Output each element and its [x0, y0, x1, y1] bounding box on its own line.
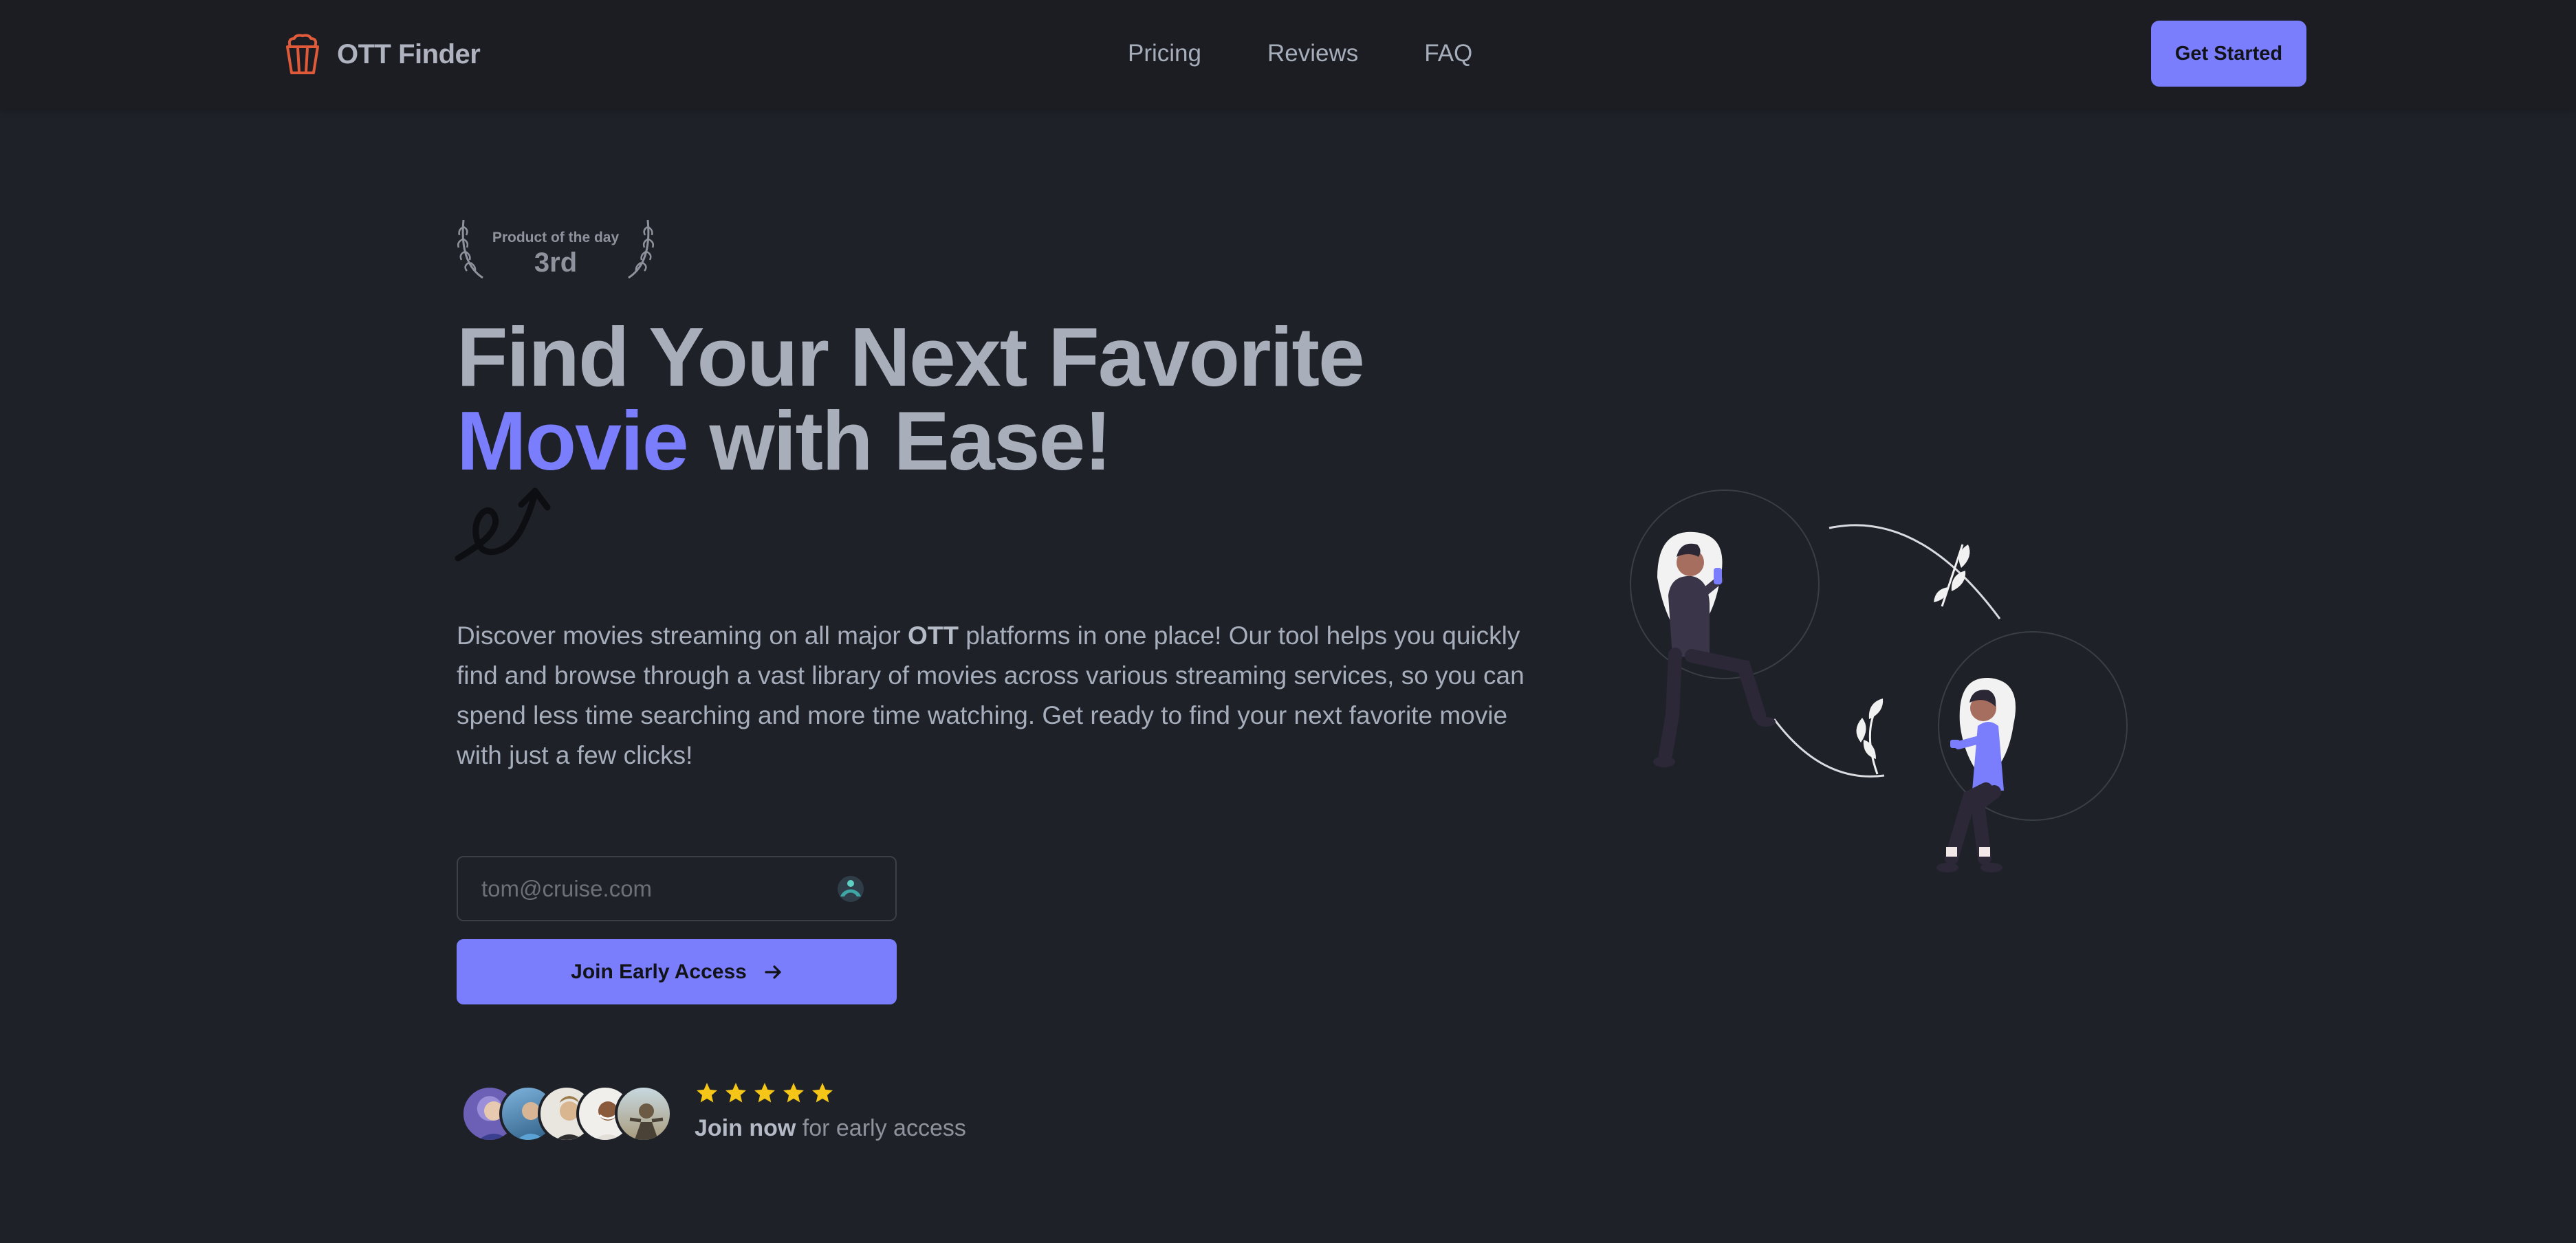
description-bold: OTT [907, 622, 959, 650]
squiggle-arrow-icon [455, 487, 551, 562]
headline-accent: Movie [457, 394, 689, 487]
brand-logo[interactable]: OTT Finder [283, 30, 481, 78]
laurel-right-icon [628, 219, 654, 279]
join-note-rest: for early access [796, 1115, 966, 1141]
popcorn-icon [286, 34, 319, 74]
nav-link-faq[interactable]: FAQ [1424, 40, 1472, 67]
hero-illustration [1630, 490, 2128, 872]
get-started-button[interactable]: Get Started [2151, 21, 2306, 87]
navbar: OTT Finder Pricing Reviews FAQ Get Start… [0, 0, 2576, 109]
avatar [615, 1085, 673, 1143]
extension-icon[interactable] [836, 874, 865, 903]
headline-line-2: with Ease! [687, 394, 1112, 487]
user-avatars [461, 1085, 674, 1143]
star-icon [754, 1083, 775, 1103]
star-icon [783, 1083, 804, 1103]
description-part-1: Discover movies streaming on all major [457, 622, 908, 650]
star-icon [697, 1083, 717, 1103]
join-now-text: Join now [695, 1115, 796, 1141]
star-icon [812, 1083, 833, 1103]
hero-description: Discover movies streaming on all major O… [457, 616, 1529, 776]
nav-link-reviews[interactable]: Reviews [1267, 40, 1358, 67]
email-field [457, 856, 897, 921]
email-input[interactable] [458, 857, 843, 920]
nav-link-pricing[interactable]: Pricing [1128, 40, 1201, 67]
landing-page: OTT Finder Pricing Reviews FAQ Get Start… [0, 0, 2576, 1243]
product-of-the-day-badge: Product of the day 3rd [455, 217, 656, 280]
brand-name: OTT Finder [337, 38, 481, 69]
join-early-access-label: Join Early Access [571, 960, 747, 983]
rating-stars [695, 1081, 835, 1106]
nav-links: Pricing Reviews FAQ [1128, 33, 1472, 74]
join-early-access-button[interactable]: Join Early Access [457, 939, 897, 1004]
hero-headline: Find Your Next Favorite Movie with Ease! [457, 315, 1488, 483]
headline-line-1: Find Your Next Favorite [457, 310, 1365, 404]
star-icon [725, 1083, 746, 1103]
join-note: Join now for early access [695, 1115, 966, 1142]
arrow-right-icon [765, 965, 781, 979]
